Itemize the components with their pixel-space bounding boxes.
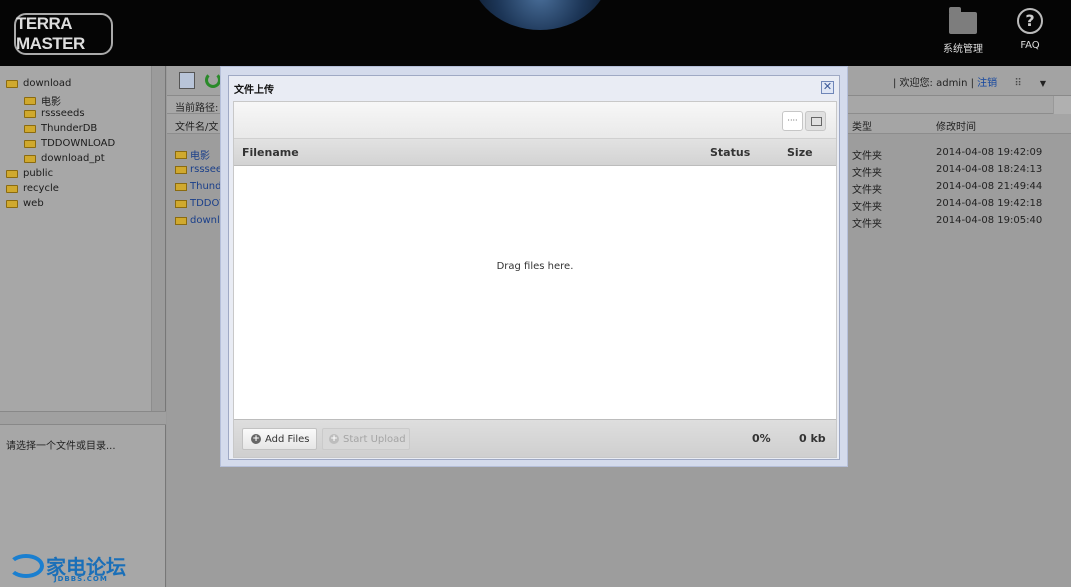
folder-icon [175,150,187,159]
faq-button[interactable]: ? FAQ [1008,8,1052,60]
tree-item-label: 电影 [41,97,61,108]
tree-item-tddownload[interactable]: TDDOWNLOAD [24,138,115,149]
file-upload-dialog: 文件上传 ✕ ···· Filename Status Size Drag fi… [228,75,840,460]
folder-icon [175,182,187,191]
column-header-filename: Filename [242,146,299,159]
tree-item-movies[interactable]: 电影 [24,93,61,108]
top-header: TERRA MASTER 系统管理 ? FAQ [0,0,1071,66]
column-header-modified[interactable]: 修改时间 [936,118,976,133]
plus-icon: + [251,434,261,444]
tree-item-label: rssseeds [41,108,85,119]
folder-icon [175,165,187,174]
folder-icon [24,124,36,133]
column-header-type[interactable]: 类型 [852,118,872,133]
tree-item-thunderdb[interactable]: ThunderDB [24,123,97,134]
faq-label: FAQ [1020,40,1040,51]
file-type: 文件夹 [852,202,882,213]
start-upload-button[interactable]: + Start Upload [322,428,410,450]
folder-icon [175,216,187,225]
folder-icon [949,7,977,34]
add-files-label: Add Files [265,433,310,445]
file-type: 文件夹 [852,219,882,230]
folder-icon [24,154,36,163]
tree-item-download[interactable]: download [6,78,71,89]
folder-icon [24,96,36,105]
folder-icon [175,199,187,208]
tree-item-label: ThunderDB [41,123,98,134]
tree-item-label: recycle [23,183,59,194]
tree-item-label: web [23,198,44,209]
tree-item-label: TDDOWNLOAD [41,138,116,149]
chevron-down-icon[interactable]: ▼ [1040,79,1046,88]
folder-open-icon [6,79,18,88]
uploader: ···· Filename Status Size Drag files her… [233,101,837,458]
system-manage-label: 系统管理 [943,44,983,55]
tree-item-recycle[interactable]: recycle [6,183,59,194]
refresh-icon[interactable] [205,72,221,88]
upload-total-size: 0 kb [799,432,826,445]
tree-horizontal-scrollbar[interactable] [0,411,166,425]
file-name: 电影 [190,151,210,162]
drop-zone[interactable]: Drag files here. [234,166,836,419]
welcome-text: | 欢迎您: admin | [893,78,974,89]
drop-zone-text: Drag files here. [496,261,574,272]
tree-item-label: download_pt [41,153,105,164]
terramaster-logo: TERRA MASTER [14,13,113,55]
tree-item-public[interactable]: public [6,168,53,179]
file-info-panel: 请选择一个文件或目录... 家电论坛 JDBBS.COM [0,425,166,587]
folder-tree-panel: download 电影 rssseeds ThunderDB TDDOWNLOA… [0,66,166,411]
list-view-icon[interactable]: ···· [782,111,803,131]
user-bar: | 欢迎您: admin | 注销 ⠿ ▼ [893,74,1046,89]
close-icon[interactable]: ✕ [821,81,834,94]
file-modified: 2014-04-08 19:05:40 [936,215,1043,226]
file-type: 文件夹 [852,151,882,162]
thumbnail-view-icon[interactable] [805,111,826,131]
upload-progress-percent: 0% [752,432,771,445]
path-scrollbar[interactable] [1053,96,1071,114]
folder-icon [24,139,36,148]
add-files-button[interactable]: + Add Files [242,428,317,450]
jdbbs-watermark: 家电论坛 JDBBS.COM [8,551,126,583]
globe-decoration [470,0,610,30]
tree-item-label: public [23,168,54,179]
select-file-message: 请选择一个文件或目录... [6,441,116,452]
file-modified: 2014-04-08 21:49:44 [936,181,1043,192]
tree-vertical-scrollbar[interactable] [151,66,165,411]
brand-subtext: JDBBS.COM [54,575,108,583]
system-manage-button[interactable]: 系统管理 [938,7,988,60]
file-modified: 2014-04-08 18:24:13 [936,164,1043,175]
file-modified: 2014-04-08 19:42:18 [936,198,1043,209]
current-path-label: 当前路径: [175,103,219,114]
tree-item-download-pt[interactable]: download_pt [24,153,105,164]
start-upload-label: Start Upload [343,433,406,445]
logout-link[interactable]: 注销 [977,78,997,89]
folder-icon [6,199,18,208]
file-type: 文件夹 [852,185,882,196]
tree-item-label: download [23,78,72,89]
uploader-footer: + Add Files + Start Upload 0% 0 kb [234,419,836,457]
grid-view-icon[interactable]: ⠿ [1014,78,1021,89]
folder-icon [6,169,18,178]
tree-item-rssseeds[interactable]: rssseeds [24,108,85,119]
start-icon: + [329,434,339,444]
uploader-view-toolbar: ···· [234,102,836,139]
file-type: 文件夹 [852,168,882,179]
column-header-name[interactable]: 文件名/文 [175,118,218,133]
file-modified: 2014-04-08 19:42:09 [936,147,1043,158]
dialog-title: 文件上传 [234,85,274,96]
swirl-logo-icon [8,553,44,578]
help-icon: ? [1017,8,1043,34]
column-header-status: Status [710,146,751,159]
upload-list-header: Filename Status Size [234,139,836,166]
folder-icon [24,109,36,118]
tree-item-web[interactable]: web [6,198,44,209]
home-icon[interactable] [179,72,195,89]
folder-icon [6,184,18,193]
column-header-size: Size [787,146,813,159]
